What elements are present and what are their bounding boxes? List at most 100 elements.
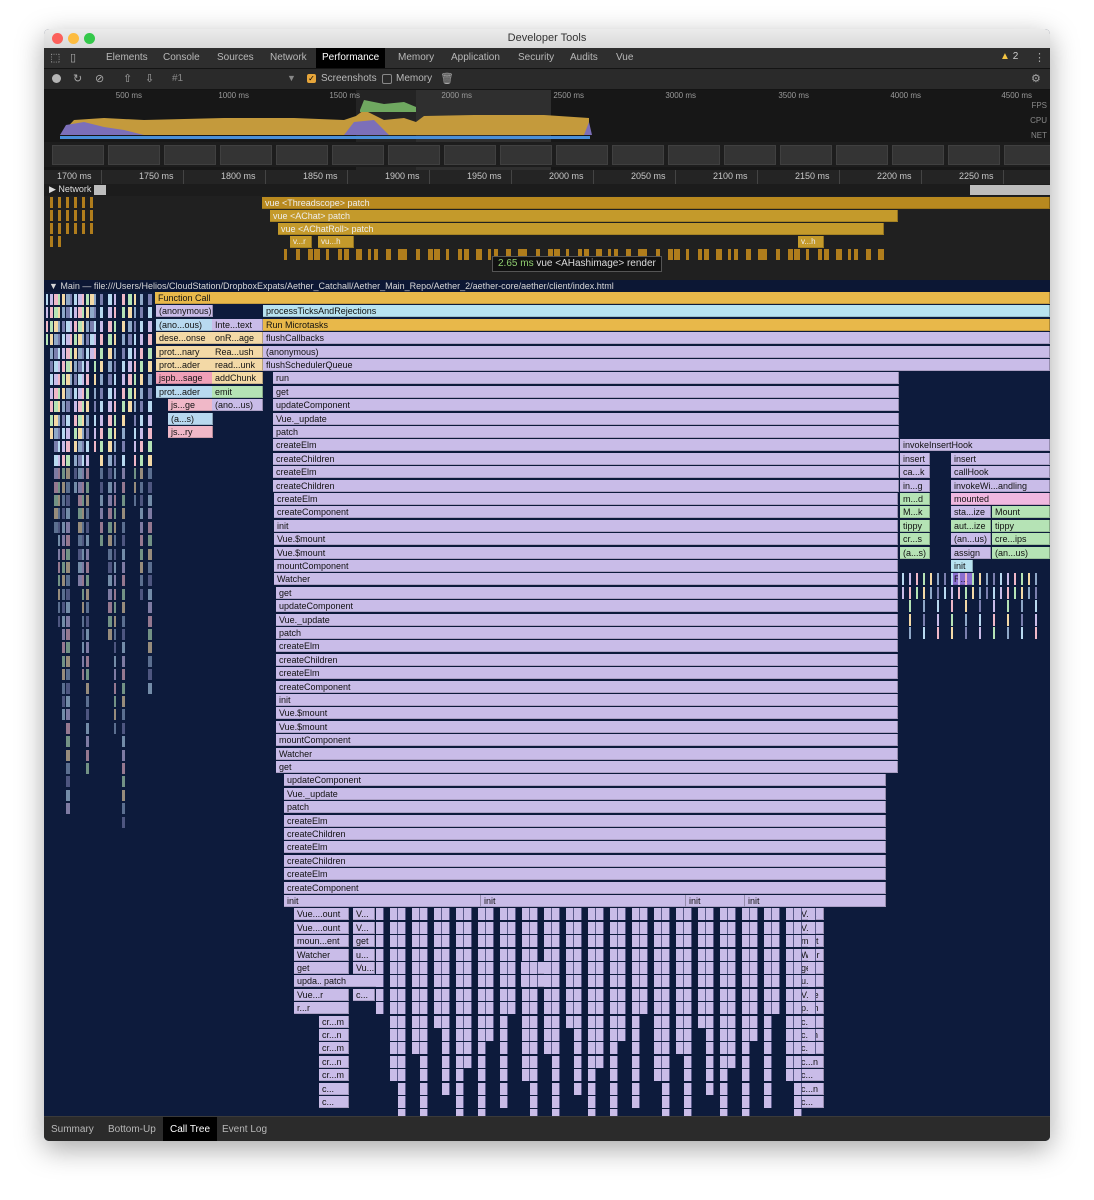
flame-slice[interactable] bbox=[965, 586, 967, 599]
flame-slice[interactable] bbox=[122, 307, 125, 319]
flame-slice[interactable] bbox=[376, 975, 384, 988]
flame-slice[interactable] bbox=[530, 1069, 538, 1082]
flame-slice[interactable] bbox=[58, 495, 60, 506]
flame-slice[interactable] bbox=[640, 908, 648, 921]
flame-entry[interactable]: run bbox=[273, 372, 899, 385]
flame-slice[interactable] bbox=[478, 935, 486, 948]
flame-slice[interactable] bbox=[530, 935, 538, 948]
flame-slice[interactable] bbox=[786, 921, 794, 934]
network-track[interactable]: ▶ Network bbox=[44, 184, 1050, 196]
flame-slice[interactable] bbox=[610, 1082, 618, 1095]
timing-slice[interactable] bbox=[668, 249, 673, 260]
flame-slice[interactable] bbox=[94, 401, 96, 413]
flame-slice[interactable] bbox=[108, 629, 112, 640]
flame-slice[interactable] bbox=[100, 294, 103, 305]
flame-slice[interactable] bbox=[108, 334, 112, 346]
timing-slice[interactable] bbox=[344, 249, 349, 260]
flame-slice[interactable] bbox=[390, 1029, 398, 1041]
flame-slice[interactable] bbox=[122, 736, 125, 748]
flame-slice[interactable] bbox=[100, 535, 103, 547]
flame-slice[interactable] bbox=[566, 975, 574, 988]
save-profile-icon[interactable]: ⇩ bbox=[145, 72, 154, 85]
flame-slice[interactable] bbox=[909, 613, 911, 626]
flame-slice[interactable] bbox=[58, 347, 60, 359]
flame-slice[interactable] bbox=[574, 1015, 582, 1028]
flame-slice[interactable] bbox=[552, 1096, 560, 1108]
flame-slice[interactable] bbox=[742, 1109, 750, 1116]
flame-slice[interactable] bbox=[478, 1055, 486, 1068]
flame-slice[interactable] bbox=[134, 374, 136, 386]
flame-slice[interactable] bbox=[134, 334, 136, 346]
flame-entry-right[interactable]: insert bbox=[900, 452, 930, 465]
flame-slice[interactable] bbox=[574, 908, 582, 921]
flame-slice[interactable] bbox=[66, 508, 70, 520]
flame-slice[interactable] bbox=[442, 1042, 450, 1055]
flame-slice[interactable] bbox=[140, 521, 143, 533]
flame-slice[interactable] bbox=[420, 962, 428, 974]
flame-slice[interactable] bbox=[786, 1042, 794, 1055]
flame-slice[interactable] bbox=[398, 1096, 406, 1108]
flame-slice[interactable] bbox=[742, 1029, 750, 1041]
flame-slice[interactable] bbox=[62, 428, 65, 439]
flame-slice[interactable] bbox=[530, 1002, 538, 1015]
flame-entry-init[interactable]: init bbox=[481, 895, 686, 907]
chevron-down-icon[interactable]: ▼ bbox=[287, 73, 296, 83]
flame-slice[interactable] bbox=[544, 962, 552, 974]
timing-slice[interactable] bbox=[66, 210, 69, 221]
flame-slice[interactable] bbox=[698, 921, 706, 934]
screenshot-thumbnail[interactable] bbox=[1004, 145, 1050, 165]
flame-slice[interactable] bbox=[86, 347, 89, 359]
flame-slice[interactable] bbox=[544, 1015, 552, 1028]
flame-slice[interactable] bbox=[82, 642, 84, 654]
flame-slice[interactable] bbox=[86, 294, 89, 305]
flame-slice[interactable] bbox=[508, 948, 516, 961]
flame-slice[interactable] bbox=[442, 1015, 450, 1028]
flame-slice[interactable] bbox=[478, 1029, 486, 1041]
flame-slice[interactable] bbox=[108, 535, 112, 547]
flame-slice[interactable] bbox=[500, 908, 508, 921]
screenshot-thumbnail[interactable] bbox=[444, 145, 496, 165]
flame-slice[interactable] bbox=[82, 562, 84, 573]
flame-slice[interactable] bbox=[544, 988, 552, 1001]
flame-slice[interactable] bbox=[114, 682, 116, 694]
flame-slice[interactable] bbox=[588, 921, 596, 934]
flame-slice[interactable] bbox=[676, 975, 684, 988]
flame-slice[interactable] bbox=[750, 975, 758, 988]
flame-slice[interactable] bbox=[398, 975, 406, 988]
flame-slice[interactable] bbox=[750, 962, 758, 974]
flame-slice[interactable] bbox=[148, 361, 152, 372]
flame-slice[interactable] bbox=[86, 575, 89, 587]
flame-slice[interactable] bbox=[684, 948, 692, 961]
flame-entry-left2[interactable]: Rea...ush bbox=[212, 345, 263, 358]
flame-entry[interactable]: createElm bbox=[276, 640, 898, 653]
flame-slice[interactable] bbox=[148, 481, 152, 493]
flame-entry[interactable]: mountComponent bbox=[274, 560, 898, 572]
flame-slice[interactable] bbox=[588, 1015, 596, 1028]
flame-slice[interactable] bbox=[100, 361, 103, 372]
flame-slice[interactable] bbox=[114, 602, 116, 614]
flame-slice[interactable] bbox=[134, 468, 136, 480]
flame-slice[interactable] bbox=[148, 495, 152, 506]
timing-small-bar[interactable]: v...h bbox=[798, 236, 824, 248]
flame-entry-left2[interactable]: Inte...text bbox=[212, 318, 263, 331]
flame-slice[interactable] bbox=[122, 575, 125, 587]
flame-slice[interactable] bbox=[148, 347, 152, 359]
flame-slice[interactable] bbox=[654, 975, 662, 988]
timing-slice[interactable] bbox=[776, 249, 780, 260]
flame-slice[interactable] bbox=[654, 1069, 662, 1082]
flame-slice[interactable] bbox=[108, 441, 112, 453]
flame-slice[interactable] bbox=[140, 414, 143, 426]
flame-slice[interactable] bbox=[442, 908, 450, 921]
flame-slice[interactable] bbox=[1021, 613, 1023, 626]
flame-slice[interactable] bbox=[148, 655, 152, 667]
flame-slice[interactable] bbox=[786, 908, 794, 921]
flame-slice[interactable] bbox=[134, 361, 136, 372]
flame-slice[interactable] bbox=[442, 1055, 450, 1068]
timing-slice[interactable] bbox=[58, 223, 61, 234]
flame-slice[interactable] bbox=[140, 401, 143, 413]
flame-slice[interactable] bbox=[420, 975, 428, 988]
flame-entry-right[interactable]: init bbox=[951, 560, 973, 572]
flame-slice[interactable] bbox=[74, 347, 77, 359]
flame-slice[interactable] bbox=[720, 1029, 728, 1041]
flame-slice[interactable] bbox=[100, 334, 103, 346]
